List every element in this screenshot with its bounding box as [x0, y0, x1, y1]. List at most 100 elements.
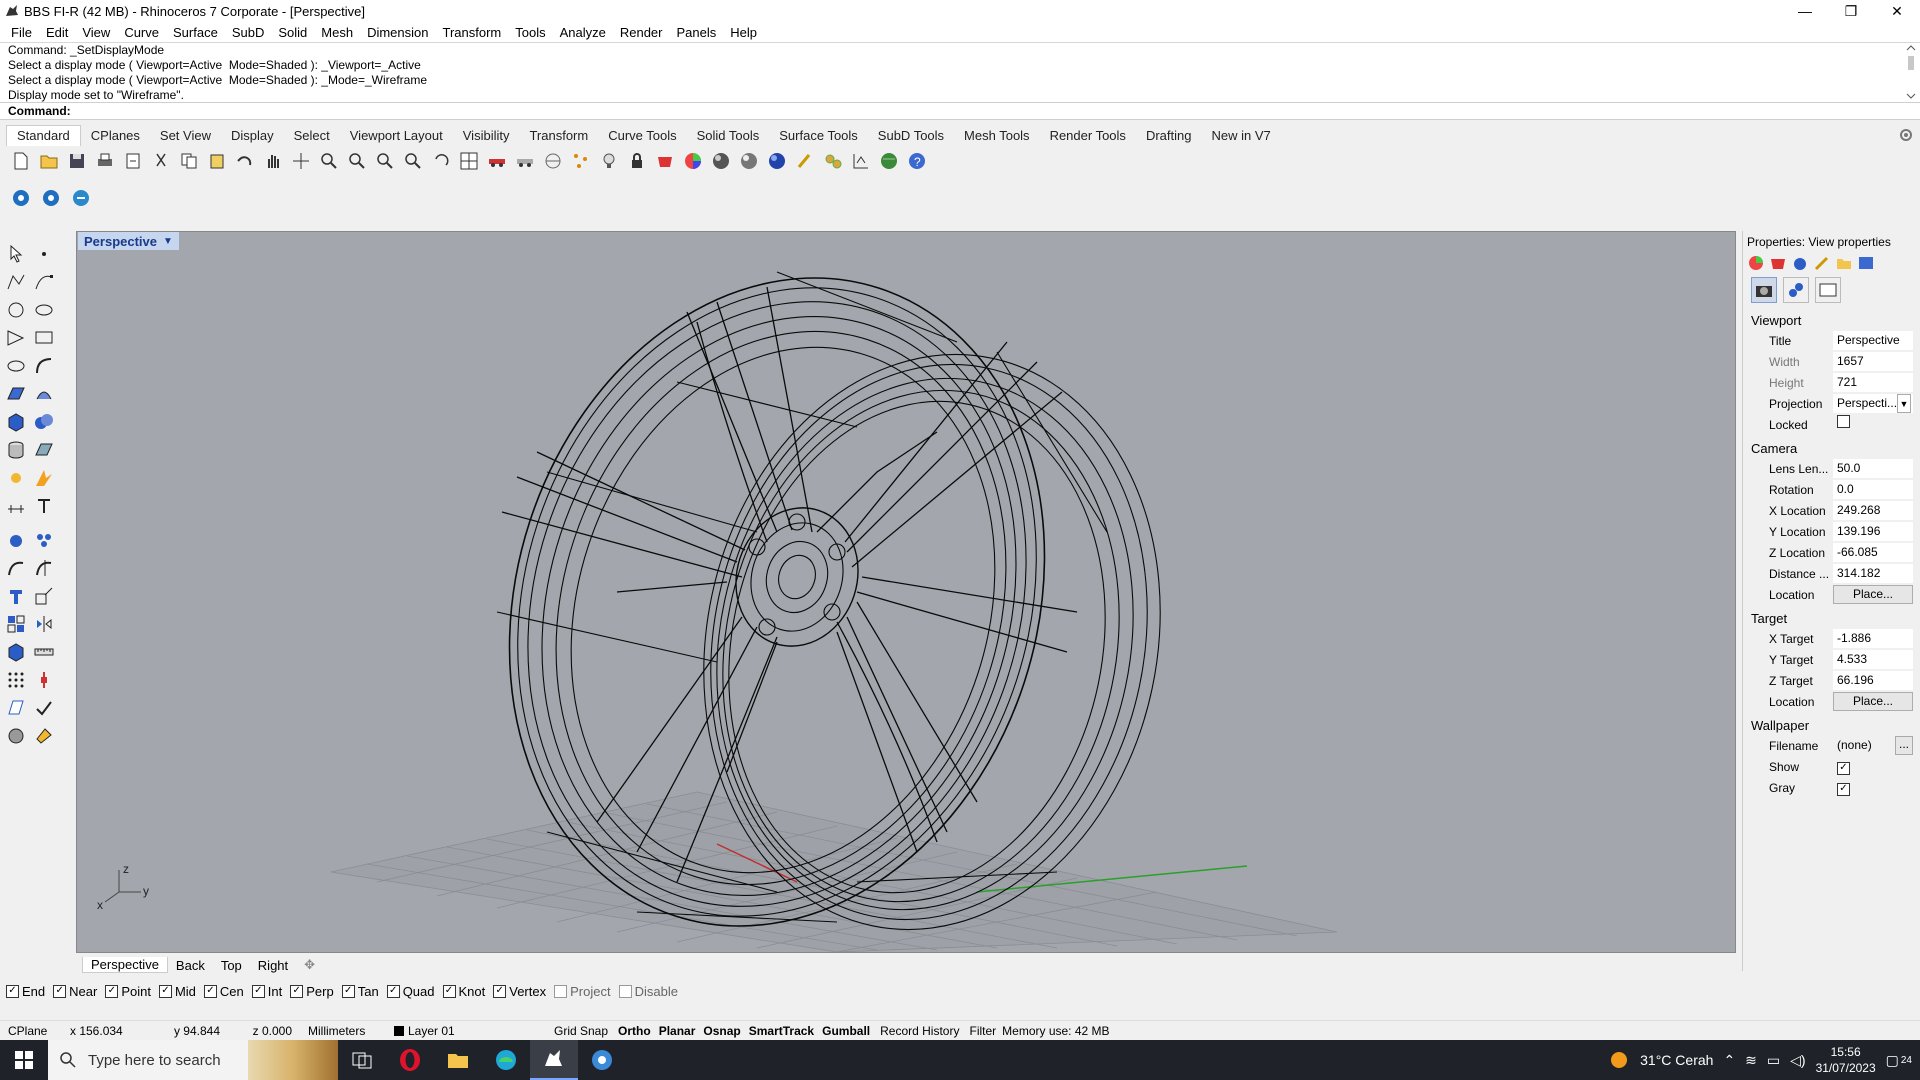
material-sphere-icon[interactable]: [708, 148, 734, 174]
tab-cplanes[interactable]: CPlanes: [81, 126, 150, 146]
zoom-extents-icon[interactable]: [372, 148, 398, 174]
viewport-menu-arrow-icon[interactable]: ▼: [163, 236, 173, 247]
copy-icon[interactable]: [176, 148, 202, 174]
surface-icon[interactable]: [2, 380, 30, 408]
menu-render[interactable]: Render: [613, 25, 670, 40]
osnap-disable[interactable]: Disable: [618, 984, 678, 999]
wifi-icon[interactable]: ≋: [1745, 1052, 1757, 1069]
osnap-cen[interactable]: ✓ Cen: [203, 984, 244, 999]
help-icon[interactable]: ?: [904, 148, 930, 174]
rhino-taskbar-icon[interactable]: [530, 1040, 578, 1080]
tab-solid-tools[interactable]: Solid Tools: [687, 126, 770, 146]
file-explorer-icon[interactable]: [434, 1040, 482, 1080]
fillet-curve-icon[interactable]: [30, 352, 58, 380]
named-view-icon[interactable]: [1783, 277, 1809, 303]
add-viewport-icon[interactable]: ✥: [296, 957, 323, 973]
gumball-icon[interactable]: [30, 666, 58, 694]
solid-box-icon[interactable]: [2, 638, 30, 666]
menu-panels[interactable]: Panels: [669, 25, 723, 40]
check-icon[interactable]: [30, 694, 58, 722]
edit-points-icon[interactable]: [2, 694, 30, 722]
paste-icon[interactable]: [204, 148, 230, 174]
y-location-field[interactable]: 139.196: [1833, 522, 1913, 541]
status-units[interactable]: Millimeters: [300, 1024, 386, 1038]
osnap-perp[interactable]: ✓ Perp: [290, 984, 334, 999]
osnap-checkbox[interactable]: ✓: [6, 984, 19, 998]
osnap-checkbox[interactable]: ✓: [203, 984, 217, 998]
split-icon[interactable]: [30, 554, 58, 582]
height-field[interactable]: 721: [1833, 373, 1913, 392]
menu-mesh[interactable]: Mesh: [314, 25, 360, 40]
save-icon[interactable]: [64, 148, 90, 174]
tab-drafting[interactable]: Drafting: [1136, 126, 1202, 146]
chevron-up-icon[interactable]: ⌃: [1723, 1052, 1735, 1069]
menu-help[interactable]: Help: [723, 25, 764, 40]
cut-icon[interactable]: [148, 148, 174, 174]
tab-new-in-v7[interactable]: New in V7: [1201, 126, 1280, 146]
text-tool-icon[interactable]: [30, 492, 58, 520]
rotate-view-icon[interactable]: [288, 148, 314, 174]
open-folder-icon[interactable]: [36, 148, 62, 174]
new-file-icon[interactable]: [8, 148, 34, 174]
folder-icon[interactable]: [1835, 254, 1853, 272]
blue-sphere-icon[interactable]: [764, 148, 790, 174]
render-scene-icon[interactable]: [2, 722, 30, 750]
color-ball-icon[interactable]: [1747, 254, 1765, 272]
z-target-field[interactable]: 66.196: [1833, 671, 1913, 690]
projection-select[interactable]: Perspecti... ▼: [1833, 394, 1913, 413]
layer-icon[interactable]: [652, 148, 678, 174]
x-location-field[interactable]: 249.268: [1833, 501, 1913, 520]
osnap-checkbox[interactable]: ✓: [290, 984, 304, 998]
camera-icon[interactable]: [1751, 277, 1777, 303]
undo-icon[interactable]: [232, 148, 258, 174]
battery-icon[interactable]: ▭: [1767, 1052, 1780, 1069]
circle-icon[interactable]: [2, 296, 30, 324]
osnap-checkbox[interactable]: ✓: [386, 984, 400, 998]
arc-icon[interactable]: [2, 352, 30, 380]
cylinder-icon[interactable]: [2, 436, 30, 464]
status-gumball[interactable]: Gumball: [820, 1024, 872, 1038]
command-prompt[interactable]: Command:: [0, 102, 1920, 120]
status-filter[interactable]: Filter: [967, 1024, 998, 1038]
move-icon[interactable]: [2, 582, 30, 610]
tab-subd-tools[interactable]: SubD Tools: [868, 126, 954, 146]
loft-icon[interactable]: [30, 380, 58, 408]
select-arrow-icon[interactable]: [2, 240, 30, 268]
opera-icon[interactable]: [386, 1040, 434, 1080]
menu-edit[interactable]: Edit: [39, 25, 75, 40]
color-wheel-icon[interactable]: [680, 148, 706, 174]
osnap-checkbox[interactable]: ✓: [251, 984, 265, 998]
earth-icon[interactable]: [876, 148, 902, 174]
status-ortho[interactable]: Ortho: [616, 1024, 653, 1038]
menu-analyze[interactable]: Analyze: [553, 25, 613, 40]
gear-icon[interactable]: [1898, 127, 1914, 143]
status-planar[interactable]: Planar: [653, 1024, 702, 1038]
polyline-icon[interactable]: [2, 268, 30, 296]
osnap-checkbox[interactable]: [554, 984, 568, 998]
tab-surface-tools[interactable]: Surface Tools: [769, 126, 868, 146]
tab-render-tools[interactable]: Render Tools: [1040, 126, 1136, 146]
command-scrollbar[interactable]: [1904, 44, 1918, 100]
width-field[interactable]: 1657: [1833, 352, 1913, 371]
wallpaper-icon[interactable]: [1815, 277, 1841, 303]
render-light-icon[interactable]: [2, 464, 30, 492]
chevron-down-icon[interactable]: ▼: [1897, 394, 1911, 413]
x-target-field[interactable]: -1.886: [1833, 629, 1913, 648]
status-smarttrack[interactable]: SmartTrack: [743, 1024, 820, 1038]
car-icon[interactable]: [484, 148, 510, 174]
lens-length-field[interactable]: 50.0: [1833, 459, 1913, 478]
osnap-checkbox[interactable]: ✓: [158, 984, 172, 998]
cplane-icon[interactable]: [540, 148, 566, 174]
plugin-gear-icon[interactable]: [68, 185, 94, 211]
volume-icon[interactable]: ◁): [1790, 1052, 1805, 1069]
menu-tools[interactable]: Tools: [508, 25, 552, 40]
osnap-checkbox[interactable]: ✓: [493, 984, 507, 998]
weather-text[interactable]: 31°C Cerah: [1640, 1052, 1713, 1068]
chrome-like-icon[interactable]: [578, 1040, 626, 1080]
z-location-field[interactable]: -66.085: [1833, 543, 1913, 562]
command-history[interactable]: Command: _SetDisplayMode Select a displa…: [0, 42, 1920, 102]
array-tool-icon[interactable]: [30, 526, 58, 554]
dimension-icon[interactable]: [848, 148, 874, 174]
zoom-window-icon[interactable]: [344, 148, 370, 174]
osnap-mid[interactable]: ✓ Mid: [158, 984, 196, 999]
